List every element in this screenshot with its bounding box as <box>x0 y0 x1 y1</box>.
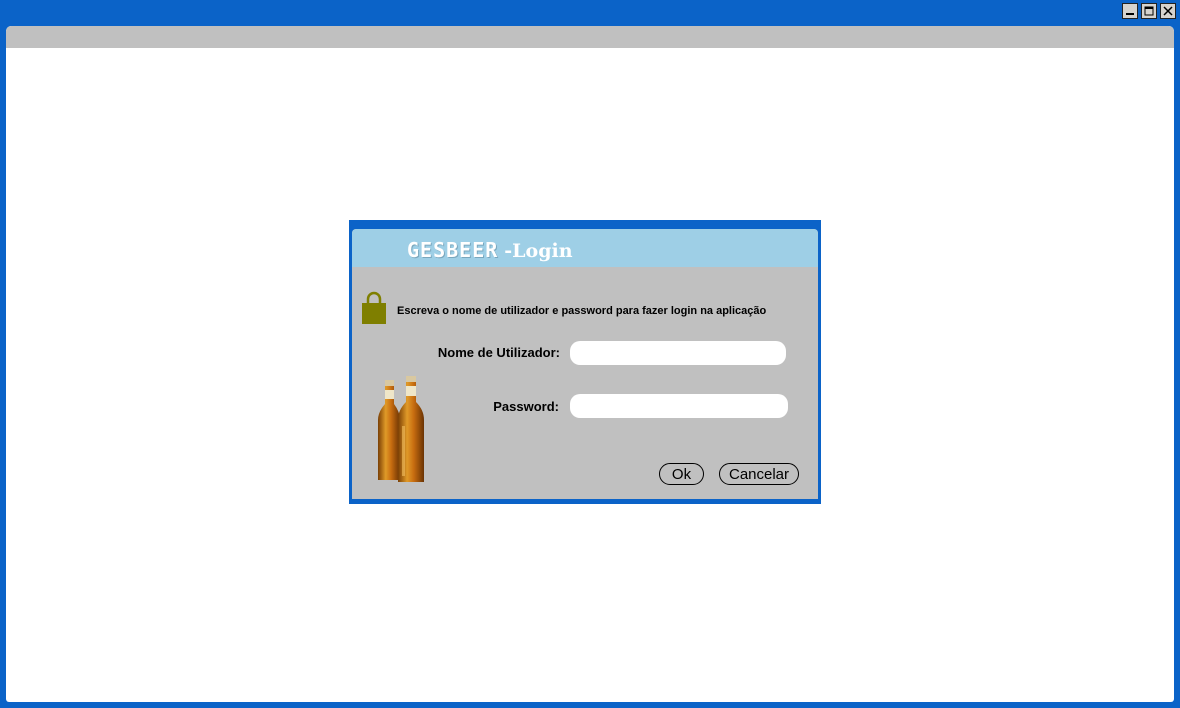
username-label: Nome de Utilizador: <box>437 345 560 360</box>
brand-suffix: -Login <box>504 240 573 262</box>
minimize-button[interactable] <box>1122 3 1138 19</box>
maximize-icon <box>1144 6 1154 16</box>
beer-bottles-icon <box>378 376 424 482</box>
maximize-button[interactable] <box>1141 3 1157 19</box>
password-input[interactable] <box>570 394 788 418</box>
brand-name: GESBEER <box>407 238 499 262</box>
menu-bar <box>6 26 1174 48</box>
login-instructions: Escreva o nome de utilizador e password … <box>397 305 767 317</box>
dialog-header: GESBEER -Login <box>352 229 818 267</box>
ok-button[interactable]: Ok <box>659 463 704 485</box>
minimize-icon <box>1126 13 1134 15</box>
close-button[interactable] <box>1160 3 1176 19</box>
lock-icon <box>362 291 386 324</box>
window-controls <box>1122 3 1176 19</box>
dialog-title: GESBEER -Login <box>407 238 573 262</box>
login-dialog-panel: GESBEER -Login Escreva o nome de utiliza… <box>352 229 818 499</box>
window-titlebar <box>0 0 1180 26</box>
username-input[interactable] <box>570 341 786 365</box>
cancel-button[interactable]: Cancelar <box>719 463 799 485</box>
close-icon <box>1163 6 1173 16</box>
password-label: Password: <box>493 399 559 414</box>
login-dialog: GESBEER -Login Escreva o nome de utiliza… <box>349 220 821 504</box>
